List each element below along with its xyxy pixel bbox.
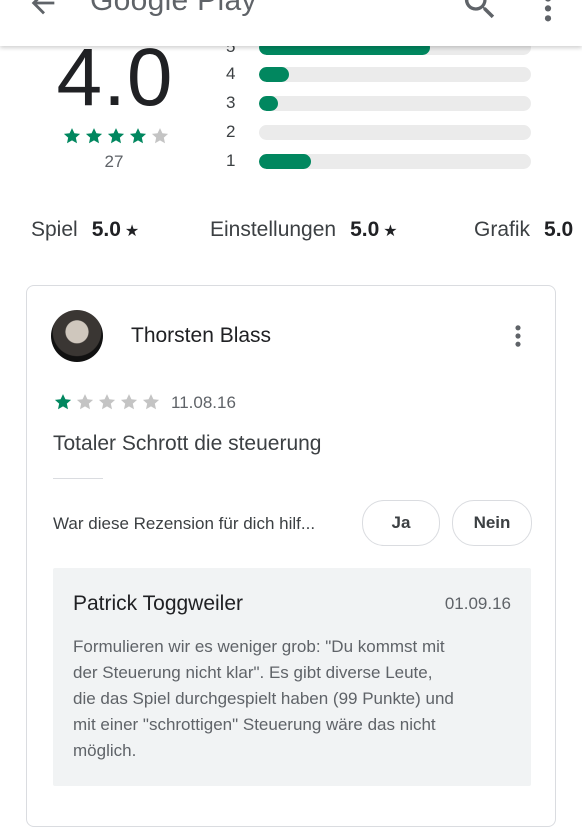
histogram-track (259, 125, 531, 140)
developer-reply-text: Formulieren wir es weniger grob: "Du kom… (73, 634, 513, 764)
histogram-track (259, 154, 531, 169)
app-title: Google Play (90, 0, 257, 17)
histogram-label: 2 (226, 122, 236, 141)
average-rating-stars (62, 126, 170, 146)
review-text: Totaler Schrott die steuerung (53, 432, 322, 455)
star-icon: ★ (124, 223, 140, 240)
developer-reply-date: 01.09.16 (444, 594, 511, 613)
star-filled-icon (85, 128, 103, 144)
star-empty-icon (120, 394, 138, 410)
histogram-label: 4 (226, 64, 236, 83)
category-score: 5.0 (350, 218, 380, 241)
review-overflow-menu-icon[interactable] (511, 322, 525, 355)
category-rating-einstellungen: Einstellungen 5.0 ★ (210, 218, 398, 242)
star-filled-icon (54, 394, 72, 410)
histogram-label: 3 (226, 93, 236, 112)
reply-line: Formulieren wir es weniger grob: "Du kom… (73, 637, 445, 656)
developer-name: Patrick Toggweiler (73, 592, 244, 615)
search-icon[interactable] (460, 0, 500, 29)
reply-line: mit einer "schrottigen" Steuerung wäre d… (73, 715, 436, 734)
histogram-track (259, 96, 531, 111)
review-date: 11.08.16 (171, 393, 236, 412)
helpful-question: War diese Rezension für dich hilf... (53, 514, 316, 533)
review-card: Thorsten Blass 11.08.16 Totaler Schrott … (26, 285, 556, 827)
developer-reply: Patrick Toggweiler 01.09.16 Formulieren … (53, 568, 531, 786)
star-filled-icon (129, 128, 147, 144)
star-empty-icon (98, 394, 116, 410)
histogram-label: 1 (226, 151, 236, 170)
category-label: Einstellungen (210, 218, 337, 241)
reviewer-name: Thorsten Blass (131, 324, 272, 347)
category-rating-grafik: Grafik 5.0 (474, 218, 573, 242)
category-label: Grafik (474, 218, 531, 241)
reviewer-avatar[interactable] (51, 310, 103, 362)
reply-line: möglich. (73, 741, 137, 760)
histogram-bar (259, 154, 311, 169)
reply-line: die das Spiel durchgespielt haben (99 Pu… (73, 689, 454, 708)
category-rating-spiel: Spiel 5.0 ★ (31, 218, 139, 242)
helpful-no-button[interactable]: Nein (452, 500, 532, 546)
histogram-bar (259, 67, 289, 82)
reply-line: der Steuerung nicht klar". Es gibt diver… (73, 663, 433, 682)
histogram-track (259, 67, 531, 82)
star-empty-icon (76, 394, 94, 410)
app-bar: Google Play (0, 0, 582, 46)
star-filled-icon (63, 128, 81, 144)
back-arrow-icon[interactable] (26, 0, 60, 25)
category-score: 5.0 (91, 218, 121, 241)
helpful-yes-button[interactable]: Ja (362, 500, 440, 546)
review-rating-stars (53, 392, 161, 412)
category-label: Spiel (31, 218, 78, 241)
overflow-menu-icon[interactable] (538, 0, 558, 29)
star-filled-icon (107, 128, 125, 144)
histogram-bar (259, 96, 279, 111)
category-score: 5.0 (544, 218, 574, 241)
divider (53, 478, 103, 479)
review-count: 27 (104, 152, 124, 171)
star-empty-icon (142, 394, 160, 410)
star-icon: ★ (383, 223, 398, 240)
star-empty-icon (151, 128, 169, 144)
